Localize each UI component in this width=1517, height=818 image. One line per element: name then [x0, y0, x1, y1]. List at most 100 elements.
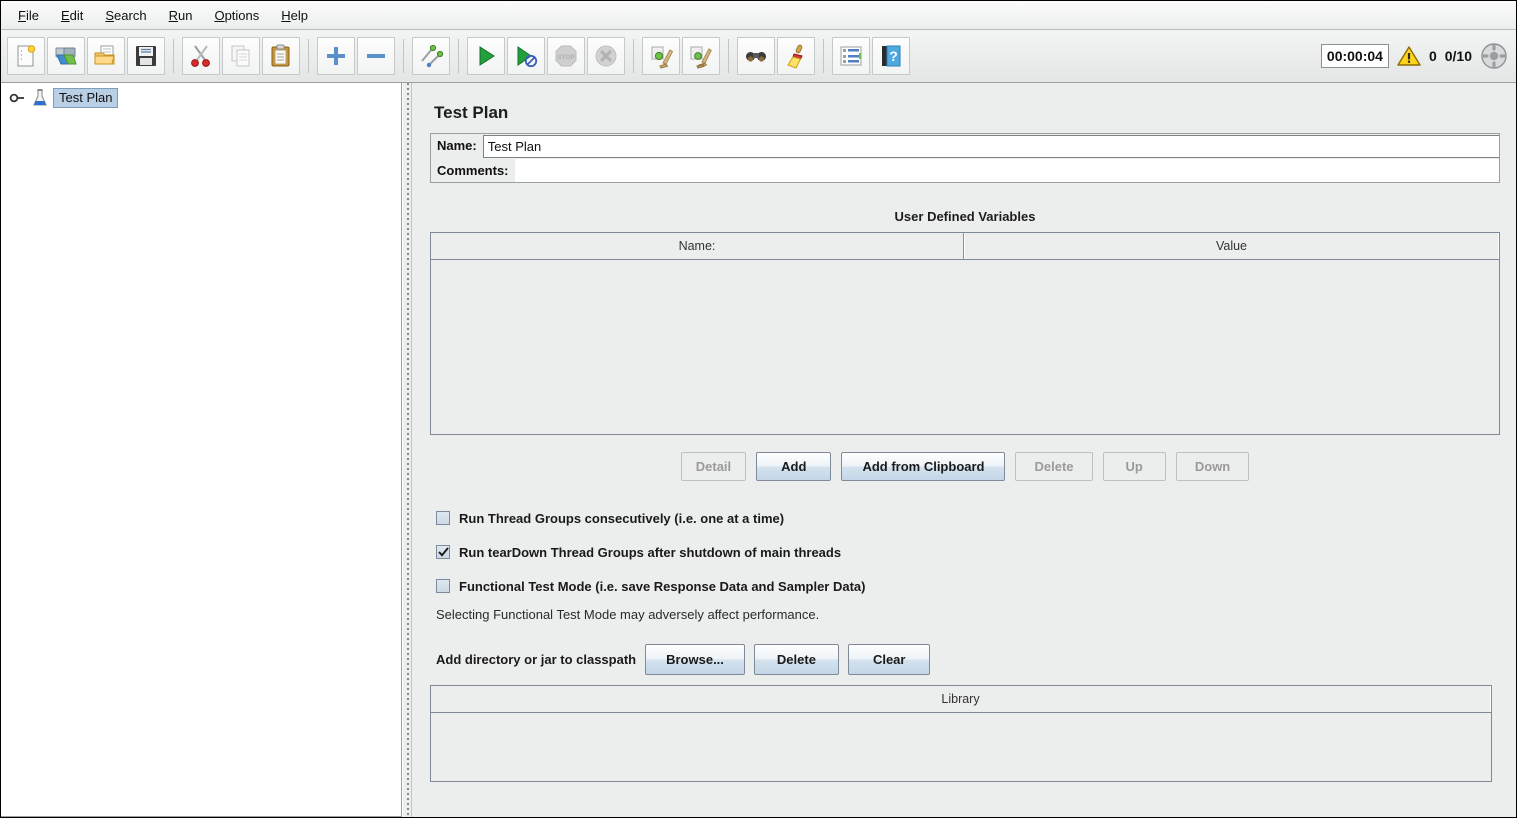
menu-options[interactable]: Options — [203, 5, 270, 26]
udv-column-value[interactable]: Value — [964, 233, 1499, 259]
toolbar-group-tree — [317, 37, 395, 75]
menu-edit-rest: dit — [69, 7, 84, 23]
menu-run-rest: un — [177, 7, 193, 23]
functional-test-mode-note: Selecting Functional Test Mode may adver… — [436, 607, 820, 622]
comments-label: Comments: — [437, 163, 509, 178]
toolbar-separator — [458, 39, 459, 73]
test-plan-tree[interactable]: Test Plan — [1, 83, 402, 817]
toolbar-group-edit — [182, 37, 300, 75]
open-icon[interactable] — [87, 37, 125, 75]
library-table: Library — [430, 685, 1492, 782]
paste-icon[interactable] — [262, 37, 300, 75]
toolbar-group-file — [7, 37, 165, 75]
run-teardown-thread-groups-label[interactable]: Run tearDown Thread Groups after shutdow… — [459, 545, 841, 560]
delete-button[interactable]: Delete — [1015, 452, 1093, 481]
run-thread-groups-consecutively-row[interactable]: Run Thread Groups consecutively (i.e. on… — [436, 501, 1500, 535]
checkmark-icon — [437, 547, 449, 557]
classpath-delete-button[interactable]: Delete — [753, 644, 839, 675]
search-icon[interactable] — [737, 37, 775, 75]
menu-file[interactable]: File — [7, 5, 50, 26]
test-plan-flask-icon — [33, 89, 47, 106]
add-button[interactable]: Add — [756, 452, 832, 481]
svg-text:?: ? — [889, 48, 898, 64]
toolbar-group-search — [737, 37, 815, 75]
active-thread-count: 0/10 — [1444, 48, 1472, 64]
expand-key-handle[interactable] — [9, 90, 27, 106]
remote-connection-icon[interactable] — [1480, 42, 1508, 70]
menu-search-rest: earch — [114, 7, 147, 23]
functional-test-mode-row[interactable]: Functional Test Mode (i.e. save Response… — [436, 569, 1500, 603]
collapse-all-icon[interactable] — [357, 37, 395, 75]
menu-help[interactable]: Help — [270, 5, 319, 26]
toolbar: STOP ? 00:00:04 0 0/10 — [1, 30, 1516, 83]
warning-triangle-icon — [1397, 46, 1421, 66]
stop-icon: STOP — [547, 37, 585, 75]
elapsed-timer: 00:00:04 — [1320, 44, 1389, 68]
udv-table-body[interactable] — [431, 260, 1499, 434]
name-row: Name: — [430, 133, 1500, 159]
toolbar-separator — [633, 39, 634, 73]
menu-bar: File Edit Search Run Options Help — [1, 1, 1516, 30]
split-divider[interactable] — [402, 83, 412, 817]
search-reset-icon[interactable] — [777, 37, 815, 75]
save-icon[interactable] — [127, 37, 165, 75]
svg-text:STOP: STOP — [557, 54, 575, 61]
warning-count: 0 — [1428, 48, 1437, 64]
toolbar-separator — [403, 39, 404, 73]
menu-search[interactable]: Search — [94, 5, 157, 26]
toolbar-separator — [728, 39, 729, 73]
tree-node-test-plan[interactable]: Test Plan — [1, 87, 401, 109]
udv-table: Name: Value — [430, 232, 1500, 435]
comments-input[interactable] — [514, 159, 1499, 182]
cut-icon[interactable] — [182, 37, 220, 75]
down-button[interactable]: Down — [1175, 452, 1250, 481]
main-split-pane: Test Plan Test Plan Name: Comments: User… — [1, 83, 1516, 817]
toolbar-group-run: STOP — [467, 37, 625, 75]
functional-test-mode-label[interactable]: Functional Test Mode (i.e. save Response… — [459, 579, 865, 594]
detail-button[interactable]: Detail — [680, 452, 747, 481]
toolbar-group-help: ? — [832, 37, 910, 75]
toolbar-separator — [173, 39, 174, 73]
tree-node-label[interactable]: Test Plan — [53, 88, 119, 108]
name-input[interactable] — [482, 135, 1499, 158]
help-icon[interactable]: ? — [872, 37, 910, 75]
shutdown-icon — [587, 37, 625, 75]
library-table-header: Library — [431, 686, 1491, 713]
menu-file-rest: ile — [25, 7, 39, 23]
run-teardown-thread-groups-row[interactable]: Run tearDown Thread Groups after shutdow… — [436, 535, 1500, 569]
start-no-pauses-icon[interactable] — [507, 37, 545, 75]
name-label: Name: — [437, 138, 477, 153]
menu-run[interactable]: Run — [158, 5, 204, 26]
clear-icon[interactable] — [642, 37, 680, 75]
function-helper-icon[interactable] — [832, 37, 870, 75]
page-title: Test Plan — [434, 103, 509, 122]
templates-icon[interactable] — [47, 37, 85, 75]
udv-section-title: User Defined Variables — [894, 209, 1036, 224]
copy-icon — [222, 37, 260, 75]
up-button[interactable]: Up — [1102, 452, 1166, 481]
functional-test-mode-checkbox[interactable] — [436, 579, 450, 593]
expand-all-icon[interactable] — [317, 37, 355, 75]
comments-row: Comments: — [430, 159, 1500, 183]
library-table-body[interactable] — [431, 713, 1491, 781]
udv-button-row: Detail Add Add from Clipboard Delete Up … — [430, 452, 1500, 481]
run-thread-groups-consecutively-checkbox[interactable] — [436, 511, 450, 525]
toolbar-group-clear — [642, 37, 720, 75]
menu-help-rest: elp — [290, 7, 309, 23]
start-icon[interactable] — [467, 37, 505, 75]
udv-column-name[interactable]: Name: — [431, 233, 964, 259]
menu-edit[interactable]: Edit — [50, 5, 94, 26]
run-teardown-thread-groups-checkbox[interactable] — [436, 545, 450, 559]
new-icon[interactable] — [7, 37, 45, 75]
toggle-icon[interactable] — [412, 37, 450, 75]
udv-table-header: Name: Value — [431, 233, 1499, 260]
add-from-clipboard-button[interactable]: Add from Clipboard — [841, 452, 1006, 481]
library-column-header[interactable]: Library — [431, 686, 1491, 712]
classpath-label: Add directory or jar to classpath — [436, 652, 637, 667]
browse-button[interactable]: Browse... — [645, 644, 745, 675]
classpath-clear-button[interactable]: Clear — [847, 644, 931, 675]
menu-options-rest: ptions — [224, 7, 260, 23]
clear-all-icon[interactable] — [682, 37, 720, 75]
toolbar-separator — [308, 39, 309, 73]
run-thread-groups-consecutively-label[interactable]: Run Thread Groups consecutively (i.e. on… — [459, 511, 784, 526]
